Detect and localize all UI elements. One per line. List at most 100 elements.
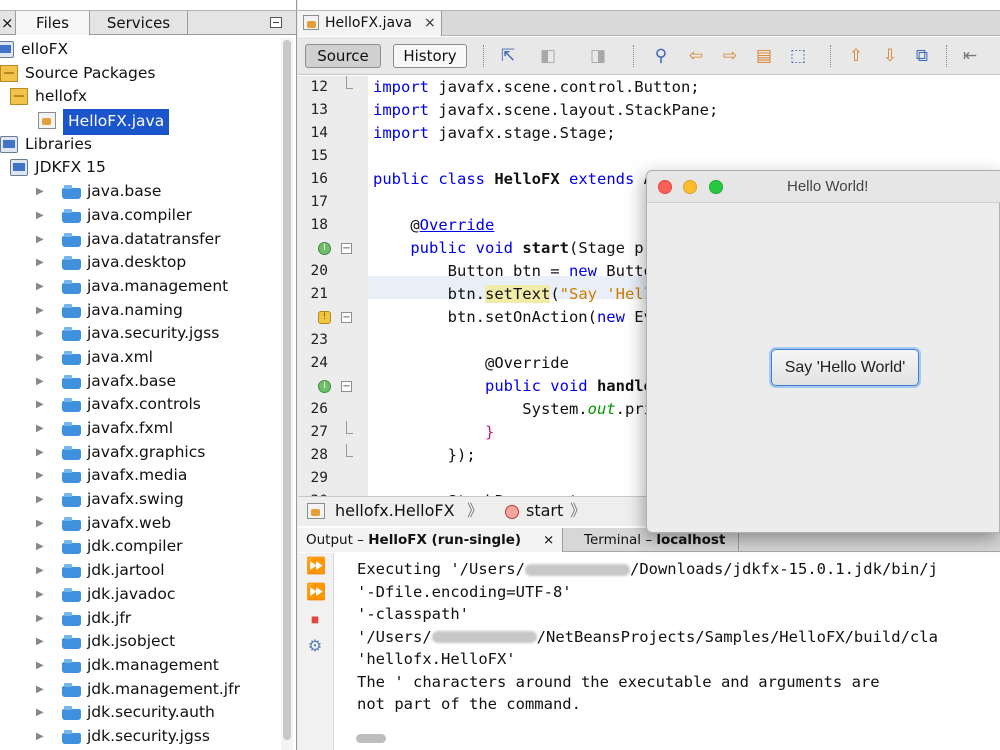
- tree-item[interactable]: hellofx: [0, 85, 280, 109]
- tree-item[interactable]: elloFX: [0, 38, 280, 62]
- expand-chevron-icon[interactable]: ▶: [36, 424, 46, 434]
- expand-chevron-icon[interactable]: ▶: [36, 660, 46, 671]
- close-tab-icon[interactable]: ×: [424, 11, 436, 36]
- tree-item[interactable]: ▶ javafx.controls: [0, 393, 280, 417]
- expand-chevron-icon[interactable]: ▶: [36, 731, 46, 742]
- hint-bulb-icon[interactable]: !: [318, 311, 331, 324]
- expand-chevron-icon[interactable]: ▶: [36, 400, 46, 410]
- find-previous-icon[interactable]: ⇦: [686, 46, 706, 66]
- fold-toggle-icon[interactable]: −: [341, 381, 352, 392]
- stop-icon[interactable]: ⏹: [306, 611, 324, 629]
- tree-item[interactable]: ▶ java.naming: [0, 299, 280, 323]
- expand-chevron-icon[interactable]: ▶: [36, 258, 46, 268]
- tree-item[interactable]: ▶ jdk.compiler: [0, 535, 280, 559]
- rectangular-selection-icon[interactable]: ⬚: [788, 46, 808, 66]
- maximize-window-button[interactable]: [709, 180, 723, 194]
- back-icon[interactable]: ◧: [538, 46, 558, 66]
- expand-chevron-icon[interactable]: ▶: [36, 234, 46, 245]
- expand-chevron-icon[interactable]: ▶: [36, 329, 46, 339]
- rerun-icon[interactable]: ⏩: [306, 557, 326, 575]
- tree-item[interactable]: ▶ jdk.jsobject: [0, 630, 280, 654]
- expand-chevron-icon[interactable]: ▶: [36, 637, 46, 647]
- tree-item[interactable]: ▶ java.xml: [0, 346, 280, 370]
- expand-chevron-icon[interactable]: ▶: [36, 376, 46, 387]
- tree-item[interactable]: ▶ jdk.security.jgss: [0, 725, 280, 749]
- expand-chevron-icon[interactable]: ▶: [36, 566, 46, 576]
- tree-item[interactable]: ▶ jdk.management: [0, 654, 280, 678]
- last-edit-icon[interactable]: ⇱: [498, 46, 518, 66]
- expand-chevron-icon[interactable]: ▶: [36, 187, 46, 197]
- tree-item[interactable]: ▶ java.base: [0, 180, 280, 204]
- history-button[interactable]: History: [393, 44, 467, 68]
- find-icon[interactable]: ⚲: [651, 46, 671, 66]
- tree-item[interactable]: ▶ java.management: [0, 275, 280, 299]
- expand-chevron-icon[interactable]: ▶: [36, 684, 46, 695]
- override-marker-icon[interactable]: I: [318, 242, 331, 255]
- tree-item[interactable]: ▶ java.compiler: [0, 204, 280, 228]
- tree-item[interactable]: ▶ javafx.base: [0, 370, 280, 394]
- close-projects-tab[interactable]: ×: [0, 11, 16, 35]
- output-text[interactable]: Executing '/Users/ /Downloads/jdkfx-15.0.…: [357, 552, 1000, 737]
- output-line: '-Dfile.encoding=UTF-8': [357, 581, 572, 604]
- close-window-button[interactable]: [658, 180, 672, 194]
- expand-chevron-icon[interactable]: ▶: [36, 708, 46, 718]
- expand-chevron-icon[interactable]: ▶: [36, 352, 46, 363]
- rerun-with-params-icon[interactable]: ⏩: [306, 583, 326, 601]
- say-hello-world-button[interactable]: Say 'Hello World': [771, 349, 919, 386]
- shift-line-left-icon[interactable]: ⇤: [960, 46, 980, 66]
- minimize-window-group-icon[interactable]: [270, 17, 282, 28]
- minimize-window-button[interactable]: [683, 180, 697, 194]
- tree-item[interactable]: ▶ javafx.web: [0, 512, 280, 536]
- expand-chevron-icon[interactable]: ▶: [36, 613, 46, 624]
- find-next-icon[interactable]: ⇨: [720, 46, 740, 66]
- tree-item[interactable]: ▶ javafx.media: [0, 464, 280, 488]
- output-horizontal-scrollbar[interactable]: [356, 734, 386, 743]
- tree-item[interactable]: Libraries: [0, 133, 280, 157]
- projects-scrollbar[interactable]: [281, 38, 293, 750]
- tree-item[interactable]: ▶ jdk.management.jfr: [0, 678, 280, 702]
- breadcrumb-class[interactable]: hellofx.HelloFX: [335, 497, 455, 525]
- close-output-tab-icon[interactable]: ×: [543, 528, 554, 552]
- tree-item[interactable]: ▶ java.datatransfer: [0, 228, 280, 252]
- settings-icon[interactable]: ⚙: [306, 637, 324, 655]
- tree-item[interactable]: ▶ javafx.fxml: [0, 417, 280, 441]
- breadcrumb-method[interactable]: start: [526, 497, 563, 525]
- next-bookmark-icon[interactable]: ⇩: [880, 46, 900, 66]
- expand-chevron-icon[interactable]: ▶: [36, 447, 46, 458]
- tree-item[interactable]: ▶ java.security.jgss: [0, 322, 280, 346]
- previous-bookmark-icon[interactable]: ⇧: [846, 46, 866, 66]
- expand-chevron-icon[interactable]: ▶: [36, 518, 46, 529]
- tab-services[interactable]: Services: [90, 11, 188, 35]
- tree-item[interactable]: HelloFX.java: [0, 109, 280, 135]
- tree-item[interactable]: ▶ jdk.security.auth: [0, 701, 280, 725]
- expand-chevron-icon[interactable]: ▶: [36, 495, 46, 505]
- toggle-highlight-icon[interactable]: ▤: [754, 46, 774, 66]
- fold-toggle-icon[interactable]: −: [341, 312, 352, 323]
- tree-item-label: java.xml: [87, 347, 153, 366]
- tree-item[interactable]: Source Packages: [0, 62, 280, 86]
- expand-chevron-icon[interactable]: ▶: [36, 589, 46, 600]
- tree-item[interactable]: ▶ jdk.jfr: [0, 607, 280, 631]
- window-titlebar[interactable]: Hello World!: [647, 171, 1000, 203]
- source-button[interactable]: Source: [305, 44, 381, 68]
- tab-hellofx-java[interactable]: HelloFX.java ×: [298, 11, 442, 36]
- expand-chevron-icon[interactable]: ▶: [36, 305, 46, 316]
- fold-toggle-icon[interactable]: −: [341, 243, 352, 254]
- code-line: Button btn = new Button();: [373, 260, 691, 283]
- projects-scrollbar-thumb[interactable]: [283, 40, 291, 740]
- toggle-bookmark-icon[interactable]: ⧉: [912, 46, 932, 66]
- expand-chevron-icon[interactable]: ▶: [36, 281, 46, 292]
- override-marker-icon[interactable]: I: [318, 380, 331, 393]
- tab-output-hellofx[interactable]: Output – HelloFX (run-single) ×: [298, 528, 563, 552]
- expand-chevron-icon[interactable]: ▶: [36, 471, 46, 481]
- tree-item[interactable]: ▶ javafx.graphics: [0, 441, 280, 465]
- tab-files[interactable]: Files: [16, 11, 90, 35]
- forward-icon[interactable]: ◨: [588, 46, 608, 66]
- tree-item[interactable]: ▶ java.desktop: [0, 251, 280, 275]
- tree-item[interactable]: ▶ jdk.javadoc: [0, 583, 280, 607]
- expand-chevron-icon[interactable]: ▶: [36, 542, 46, 552]
- tree-item[interactable]: JDKFX 15: [0, 156, 280, 180]
- expand-chevron-icon[interactable]: ▶: [36, 210, 46, 221]
- tree-item[interactable]: ▶ javafx.swing: [0, 488, 280, 512]
- tree-item[interactable]: ▶ jdk.jartool: [0, 559, 280, 583]
